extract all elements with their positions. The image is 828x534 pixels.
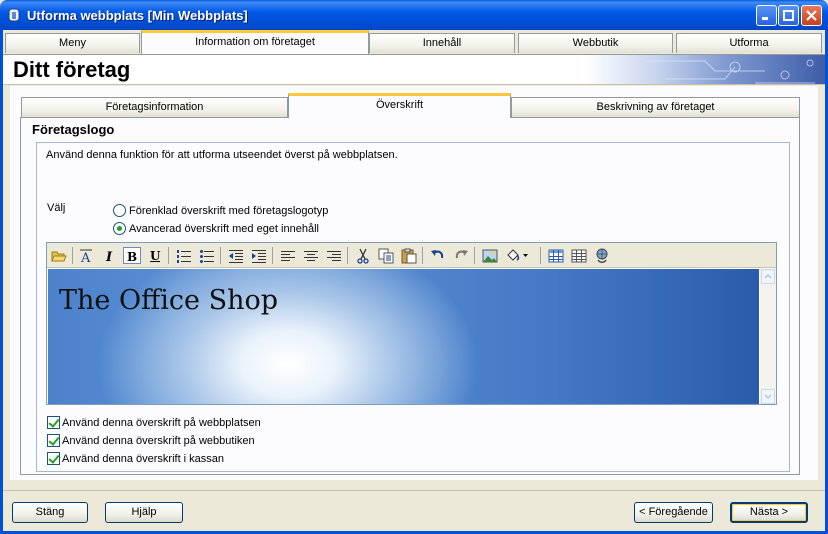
checkbox[interactable] bbox=[47, 452, 60, 465]
hyperlink-icon[interactable] bbox=[593, 247, 611, 264]
fill-color-icon[interactable] bbox=[504, 247, 530, 264]
align-right-icon[interactable] bbox=[325, 247, 343, 264]
checkbox[interactable] bbox=[47, 434, 60, 447]
svg-text:A: A bbox=[80, 251, 91, 264]
app-icon bbox=[8, 8, 20, 22]
radio-button[interactable] bbox=[113, 204, 126, 217]
previous-button[interactable]: < Föregående bbox=[634, 502, 713, 523]
next-button[interactable]: Nästa > bbox=[730, 502, 808, 523]
page-title: Ditt företag bbox=[13, 57, 131, 82]
window-title: Utforma webbplats [Min Webbplats] bbox=[27, 8, 248, 23]
radio-simple-label: Förenklad överskrift med företagslogotyp bbox=[129, 204, 329, 217]
copy-icon[interactable] bbox=[377, 247, 395, 264]
cut-icon[interactable] bbox=[354, 247, 372, 264]
open-folder-icon[interactable] bbox=[50, 247, 68, 264]
indent-icon[interactable] bbox=[250, 247, 268, 264]
title-bar: Utforma webbplats [Min Webbplats] bbox=[0, 0, 828, 30]
radio-simple-heading[interactable]: Förenklad överskrift med företagslogotyp bbox=[113, 204, 328, 217]
svg-text:B: B bbox=[127, 250, 137, 264]
chevron-down-icon bbox=[764, 394, 772, 400]
table-properties-icon[interactable] bbox=[570, 247, 588, 264]
check-use-on-website[interactable]: Använd denna överskrift på webbplatsen bbox=[47, 416, 261, 429]
paste-icon[interactable] bbox=[400, 247, 418, 264]
banner-text: The Office Shop bbox=[59, 285, 279, 316]
redo-icon[interactable] bbox=[452, 247, 470, 264]
toolbar-separator bbox=[347, 247, 348, 264]
close-button[interactable]: Stäng bbox=[12, 502, 88, 523]
close-icon bbox=[806, 10, 817, 21]
check-use-in-checkout[interactable]: Använd denna överskrift i kassan bbox=[47, 452, 224, 465]
radio-advanced-heading[interactable]: Avancerad överskrift med eget innehåll bbox=[113, 222, 319, 235]
insert-image-icon[interactable] bbox=[481, 247, 499, 264]
toolbar-separator bbox=[272, 247, 273, 264]
radio-advanced-label: Avancerad överskrift med eget innehåll bbox=[129, 222, 319, 235]
font-icon[interactable]: A bbox=[77, 247, 95, 264]
numbered-list-icon[interactable] bbox=[175, 247, 193, 264]
bold-icon[interactable]: B bbox=[123, 247, 141, 264]
check-use-on-webshop[interactable]: Använd denna överskrift på webbutiken bbox=[47, 434, 255, 447]
maximize-icon bbox=[783, 10, 794, 21]
check-label: Använd denna överskrift på webbplatsen bbox=[62, 416, 261, 429]
tab-webbutik[interactable]: Webbutik bbox=[518, 33, 673, 53]
help-button[interactable]: Hjälp bbox=[105, 502, 183, 523]
toolbar-separator bbox=[168, 247, 169, 264]
bullet-list-icon[interactable] bbox=[198, 247, 216, 264]
tab-innehall[interactable]: Innehåll bbox=[369, 33, 515, 53]
scroll-up-button[interactable] bbox=[761, 269, 775, 284]
toolbar-separator bbox=[474, 247, 475, 264]
editor-toolbar: A I B U bbox=[47, 243, 776, 268]
undo-icon[interactable] bbox=[429, 247, 447, 264]
toolbar-separator bbox=[220, 247, 221, 264]
header-banner-preview[interactable]: The Office Shop bbox=[48, 269, 759, 404]
svg-text:I: I bbox=[105, 250, 113, 264]
outdent-icon[interactable] bbox=[227, 247, 245, 264]
italic-icon[interactable]: I bbox=[100, 247, 118, 264]
header-decoration bbox=[585, 55, 825, 84]
minimize-icon bbox=[762, 17, 768, 20]
html-editor[interactable]: A I B U The Office Shop bbox=[46, 242, 777, 405]
check-label: Använd denna överskrift i kassan bbox=[62, 452, 225, 465]
vertical-scrollbar[interactable] bbox=[760, 269, 776, 404]
maximize-button[interactable] bbox=[778, 5, 799, 26]
table-icon[interactable] bbox=[547, 247, 565, 264]
section-title: Företagslogo bbox=[32, 122, 115, 137]
tab-information-om-foretaget[interactable]: Information om företaget bbox=[141, 30, 369, 54]
check-label: Använd denna överskrift på webbutiken bbox=[62, 434, 255, 447]
checkbox[interactable] bbox=[47, 416, 60, 429]
footer-divider bbox=[3, 490, 825, 491]
chevron-up-icon bbox=[764, 273, 772, 279]
close-window-button[interactable] bbox=[801, 5, 822, 26]
align-center-icon[interactable] bbox=[302, 247, 320, 264]
radio-button-selected[interactable] bbox=[113, 222, 126, 235]
choose-label: Välj bbox=[47, 202, 66, 214]
page-header: Ditt företag bbox=[3, 54, 825, 85]
toolbar-separator bbox=[540, 247, 541, 264]
underline-icon[interactable]: U bbox=[146, 247, 164, 264]
description-text: Använd denna funktion för att utforma ut… bbox=[46, 149, 398, 161]
subtab-overskrift[interactable]: Överskrift bbox=[288, 93, 511, 118]
subtab-foretagsinformation[interactable]: Företagsinformation bbox=[21, 97, 288, 117]
toolbar-separator bbox=[422, 247, 423, 264]
circuit-board-image bbox=[645, 59, 815, 84]
toolbar-separator bbox=[72, 247, 73, 264]
subtab-beskrivning[interactable]: Beskrivning av företaget bbox=[511, 97, 800, 117]
tab-utforma[interactable]: Utforma bbox=[676, 33, 822, 53]
scroll-down-button[interactable] bbox=[761, 389, 775, 404]
align-left-icon[interactable] bbox=[279, 247, 297, 264]
svg-text:U: U bbox=[150, 249, 161, 263]
tab-meny[interactable]: Meny bbox=[5, 33, 140, 53]
minimize-button[interactable] bbox=[756, 5, 777, 26]
